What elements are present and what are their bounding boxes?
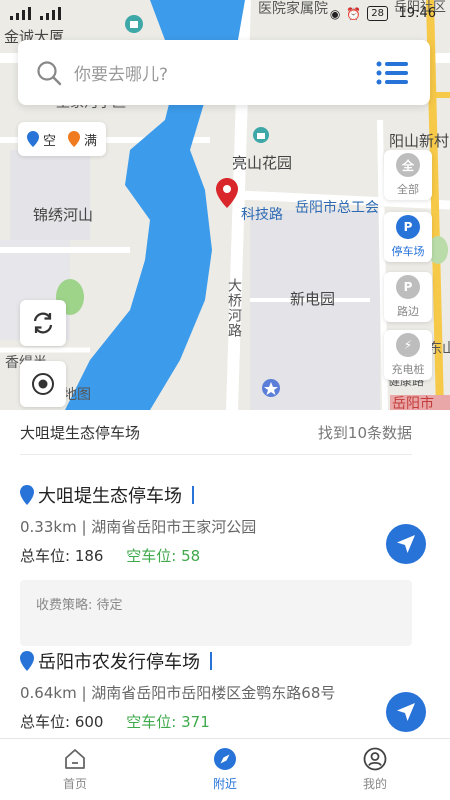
map-label-kejilu: 科技路 [241,207,283,223]
free-spots: 371 [181,713,210,731]
parking-title[interactable]: 岳阳市农发行停车场 [20,646,412,676]
tab-home-label: 首页 [62,777,87,791]
parking-address: 0.64km | 湖南省岳阳市岳阳楼区金鹗东路68号 [20,684,336,702]
filter-charging-label: 充电桩 [391,363,425,376]
locate-button[interactable] [20,361,66,407]
free-spots: 58 [181,547,201,565]
bottom-tab-bar: 首页 附近 我的 [0,738,450,800]
poi-star-icon [262,379,280,397]
map-label-yangshan-newvillage: 阳山新村 [389,132,450,150]
map-label-zonggonghui: 岳阳市总工会 [295,200,379,216]
search-icon [37,60,62,85]
map-label-jinxiu: 锦绣河山 [33,206,94,224]
tab-mine[interactable]: 我的 [300,739,450,800]
poi-icon [253,127,269,143]
parking-address: 0.33km | 湖南省岳阳市王家河公园 [20,518,257,536]
filter-charging-button[interactable]: ⚡ 充电桩 [384,330,432,380]
location-pin-icon [20,485,34,505]
parking-card[interactable]: 岳阳市农发行停车场 0.64km | 湖南省岳阳市岳阳楼区金鹗东路68号 总车位… [20,646,426,732]
tab-mine-label: 我的 [362,777,387,791]
filter-roadside-label: 路边 [397,305,419,318]
filter-all-button[interactable]: 全 全部 [384,150,432,200]
total-spots-label: 总车位: [20,547,71,565]
navigate-button[interactable] [386,524,426,564]
status-bar: 金诚大厦 ◉ ⏰ 28 19:46 [0,0,450,46]
map-label-liangshan-garden: 亮山花园 [232,154,293,172]
map-label-ditu: 地图 [63,387,91,403]
tab-home[interactable]: 首页 [0,739,150,800]
compass-icon [214,748,236,770]
location-pin-icon [20,651,34,671]
filter-roadside-button[interactable]: P 路边 [384,272,432,322]
parking-name: 岳阳市农发行停车场 [38,652,200,673]
total-spots-label: 总车位: [20,713,71,731]
filter-parking-lot-label: 停车场 [391,245,425,258]
free-spots-label: 空车位: [126,547,177,565]
navigate-arrow-icon [397,535,415,553]
list-header: 大咀堤生态停车场 找到10条数据 [20,410,412,455]
tab-nearby[interactable]: 附近 [150,739,300,800]
roadside-parking-icon: P [396,275,420,299]
parking-spots: 总车位: 600 空车位: 371 [20,711,412,732]
parking-name: 大咀堤生态停车场 [38,486,182,507]
title-divider [192,486,194,504]
list-menu-icon[interactable] [376,60,408,86]
list-header-title: 大咀堤生态停车场 [20,423,141,442]
empty-pin-icon [26,131,39,147]
home-icon [65,749,85,769]
title-divider [210,652,212,670]
parking-icon: P [396,215,420,239]
search-input[interactable]: 你要去哪儿? [74,60,376,85]
map-label-daqiaohe: 大桥河路 [226,278,242,338]
full-pin-icon [68,131,80,147]
locate-icon [32,373,54,395]
refresh-button[interactable] [20,300,66,346]
legend-full-label: 满 [84,133,98,149]
navigate-arrow-icon [397,703,415,721]
tab-nearby-label: 附近 [212,777,237,791]
fee-policy: 收费策略: 待定 [20,580,412,646]
search-bar[interactable]: 你要去哪儿? [18,40,430,105]
status-icons: ◉ ⏰ 28 [330,6,388,21]
signal-icon [10,7,61,20]
all-icon: 全 [396,153,420,177]
user-icon [363,747,387,771]
legend: 空 满 [18,122,106,156]
parking-title[interactable]: 大咀堤生态停车场 [20,480,412,510]
navigate-button[interactable] [386,692,426,732]
total-spots: 600 [74,713,104,731]
map-label-xindianyuan: 新电园 [290,290,336,308]
parking-list[interactable]: 大咀堤生态停车场 找到10条数据 大咀堤生态停车场 0.33km | 湖南省岳阳… [0,410,450,738]
result-count: 找到10条数据 [317,423,412,442]
map-label-yueyang: 岳阳市 [392,396,434,410]
filter-parking-lot-button[interactable]: P 停车场 [384,212,432,262]
battery-icon: 28 [367,6,388,21]
location-marker-icon[interactable] [216,178,238,208]
refresh-icon [33,312,53,334]
free-spots-label: 空车位: [126,713,177,731]
parking-spots: 总车位: 186 空车位: 58 [20,545,412,566]
legend-empty-label: 空 [42,133,56,149]
app-screen: 医院家属院 岳阳社区 王家河小区 亮山花园 阳山新村 锦绣河山 科技路 岳阳市总… [0,0,450,800]
charging-icon: ⚡ [396,333,420,357]
filter-all-label: 全部 [397,183,419,196]
eye-icon: ◉ [329,6,341,21]
alarm-icon: ⏰ [346,6,362,21]
total-spots: 186 [74,547,104,565]
parking-card[interactable]: 大咀堤生态停车场 0.33km | 湖南省岳阳市王家河公园 总车位: 186 空… [20,480,426,646]
status-time: 19:46 [398,6,436,21]
